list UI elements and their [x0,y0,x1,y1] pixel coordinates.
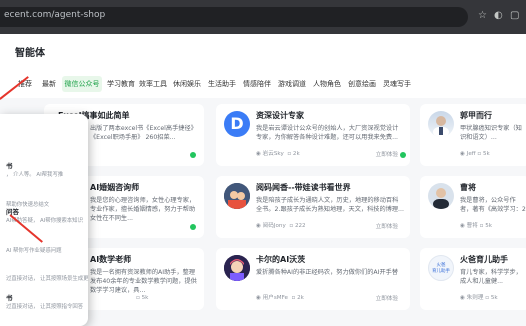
tab-life[interactable]: 生活助手 [207,76,237,92]
popover-item-desc: AI 帮你写作业疑惑问题 [6,248,62,254]
card-author: ◉ 用户sMFe ▫ 2k [256,295,304,301]
card-description: 爱折腾各种AI的非正经码农，努力做你们的AI开手替 [256,269,399,276]
card-title: AI婚姻咨询师 [90,183,140,192]
chat-count: 5k [141,295,149,301]
tab-emotion[interactable]: 情感陪伴 [242,76,272,92]
author-name: Jeff [466,151,476,157]
card-author: ◉ 岩云Sky ▫ 2k [256,151,300,157]
card-description: 我是曹将，公众号作者，著有《高效学习：2分钟入门》 作者，知乎油媒体“曹将”..… [460,197,526,213]
agent-card[interactable]: D 资深设计专家 我是岩云谭设计公众号的创始人，大厂资深视觉设计专家，为你解答各… [216,104,410,166]
tab-drawing[interactable]: 创意绘画 [347,76,377,92]
popover-item[interactable]: 书 ， 介人等。 AI帮我写推 [0,160,88,190]
category-tabs: 推荐 最新 微信公众号 学习教育 效率工具 休闲娱乐 生活助手 情感陪伴 游戏调… [14,76,524,92]
chat-count: 2k [292,151,300,157]
tab-writer[interactable]: 灵魂写手 [382,76,412,92]
card-title: 卡尔的AI沃茨 [256,255,306,264]
author-name: 曹将 [466,223,478,229]
author-name: 岩云Sky [262,151,284,157]
url-text: ecent.com/agent-shop [4,10,106,20]
bookmark-star-icon[interactable]: ☆ [478,9,487,23]
tab-characters[interactable]: 人物角色 [312,76,342,92]
split-view-icon[interactable]: ▢ [510,9,519,23]
tab-leisure[interactable]: 休闲娱乐 [172,76,202,92]
parenting-logo-icon: 火爸 育儿助手 [428,255,454,281]
popover-item-title: 书 [6,294,13,302]
card-title: 资深设计专家 [256,111,304,120]
author-name: 阅码Jony [262,223,286,229]
card-title: AI数学老师 [90,255,132,264]
chat-count: 5k [490,295,498,301]
person-avatar [428,111,454,137]
design-logo-icon: D [224,111,250,137]
chat-count: 222 [294,223,306,229]
incognito-icon[interactable]: ◐ [494,9,503,23]
author-name: 用户sMFe [262,295,288,301]
popover-item-desc: 过直接对话， 让其按照场景生成更 [6,276,89,282]
online-indicator [400,152,406,158]
popover-item-title: 书 [6,162,13,170]
card-title: 曹将 [460,183,476,192]
tab-latest[interactable]: 最新 [38,76,60,92]
popover-item[interactable]: 问答 AI帮助答疑， AI帮你搜索本知识 [0,206,88,236]
agent-card[interactable]: 阅码闻香--带娃读书看世界 我是陪孩子成长为通晓人文，历史，地理的移动百科全书。… [216,176,410,238]
popover-item-desc: ， 介人等。 AI帮我写推 [6,172,64,178]
online-indicator [190,224,196,230]
chat-count: 5k [482,151,490,157]
tab-games[interactable]: 游戏调道 [277,76,307,92]
card-author: ◉ 阅码Jony ▫ 222 [256,223,306,229]
card-title: 火爸育儿助手 [460,255,508,264]
popover-item-title: 问答 [6,208,19,216]
card-description: 出版了两本excel书《Excel高手捷径》《Excel职场手册》 260招菜.… [90,125,197,141]
chat-count: 5k [485,223,493,229]
anime-avatar [224,255,250,281]
popover-item[interactable]: 书 过直接对话， 让其按照指令回答 [0,292,88,322]
card-title: 郭甲而行 [460,111,492,120]
card-description: 我是岩云谭设计公众号的创始人，大厂资深视觉设计专家，为你解答各种设计难题，还可以… [256,125,399,141]
popover-item-desc: 过直接对话， 让其按照指令回答 [6,304,84,310]
card-title: 阅码闻香--带娃读书看世界 [256,183,351,192]
chat-count: 2k [297,295,304,301]
browser-chrome: ecent.com/agent-shop ☆ ◐ ▢ [0,0,526,34]
card-author: ◉ 曹将 ▫ 5k [460,223,493,229]
agent-card[interactable]: 卡尔的AI沃茨 爱折腾各种AI的非正经码农，努力做你们的AI开手替 ◉ 用户sM… [216,248,410,310]
kid-reading-avatar [224,183,250,209]
card-description: 育儿专家，科学学步，成人和儿童健... [460,269,522,285]
address-bar[interactable]: ecent.com/agent-shop [0,7,468,27]
agent-card[interactable]: 火爸 育儿助手 火爸育儿助手 育儿专家，科学学步，成人和儿童健... ◉ 朱则理… [420,248,526,310]
author-name: 朱则理 [466,295,484,301]
tab-education[interactable]: 学习教育 [106,76,136,92]
tab-wechat[interactable]: 微信公众号 [62,76,102,92]
popover-item[interactable]: 过直接对话， 让其按照场景生成更 [0,264,89,294]
page-title: 智能体 [15,48,45,59]
card-author: ◉ 朱则理 ▫ 5k [460,295,498,301]
person-avatar [428,183,454,209]
agent-card[interactable]: 郭甲而行 甲状腺癌知识专家（知识和语文）... ◉ Jeff ▫ 5k [420,104,526,166]
card-author: ▫ 5k [136,295,149,301]
try-now-link[interactable]: 立即体验 [376,294,398,302]
online-indicator [190,152,196,158]
card-description: 我是您的心理咨询师，女性心理专家，专业作家，擅长婚姻情感，努力于帮助女性在不同生… [90,197,196,222]
popover-item[interactable]: AI 帮你写作业疑惑问题 [0,236,88,266]
card-description: 我是一名拥有资深教师的AI助手，整理发布40余年的专业数学教学问题，提供数学学习… [90,269,197,294]
card-description: 我是陪孩子成长为通晓人文，历史，地理的移动百科全书。2.跟孩子成长为熟知地理，天… [256,197,404,213]
try-now-link[interactable]: 立即体验 [376,150,398,158]
card-author: ◉ Jeff ▫ 5k [460,151,490,157]
card-description: 甲状腺癌知识专家（知识和语文）... [460,125,522,141]
try-now-link[interactable]: 立即体验 [376,222,398,230]
agent-card[interactable]: 曹将 我是曹将，公众号作者，著有《高效学习：2分钟入门》 作者，知乎油媒体“曹将… [420,176,526,238]
tab-efficiency[interactable]: 效率工具 [138,76,168,92]
